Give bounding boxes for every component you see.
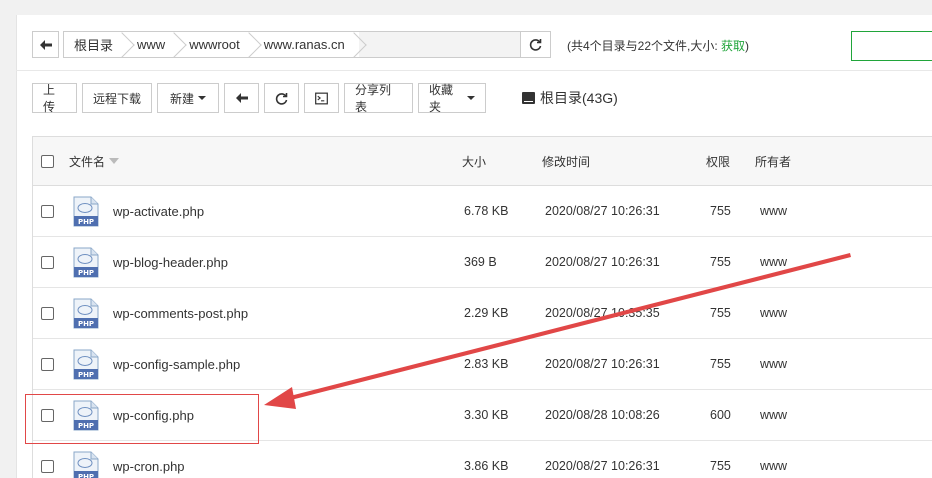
arrow-head — [264, 387, 296, 409]
annotation-arrow — [264, 253, 851, 409]
arrow-shaft — [286, 253, 851, 401]
